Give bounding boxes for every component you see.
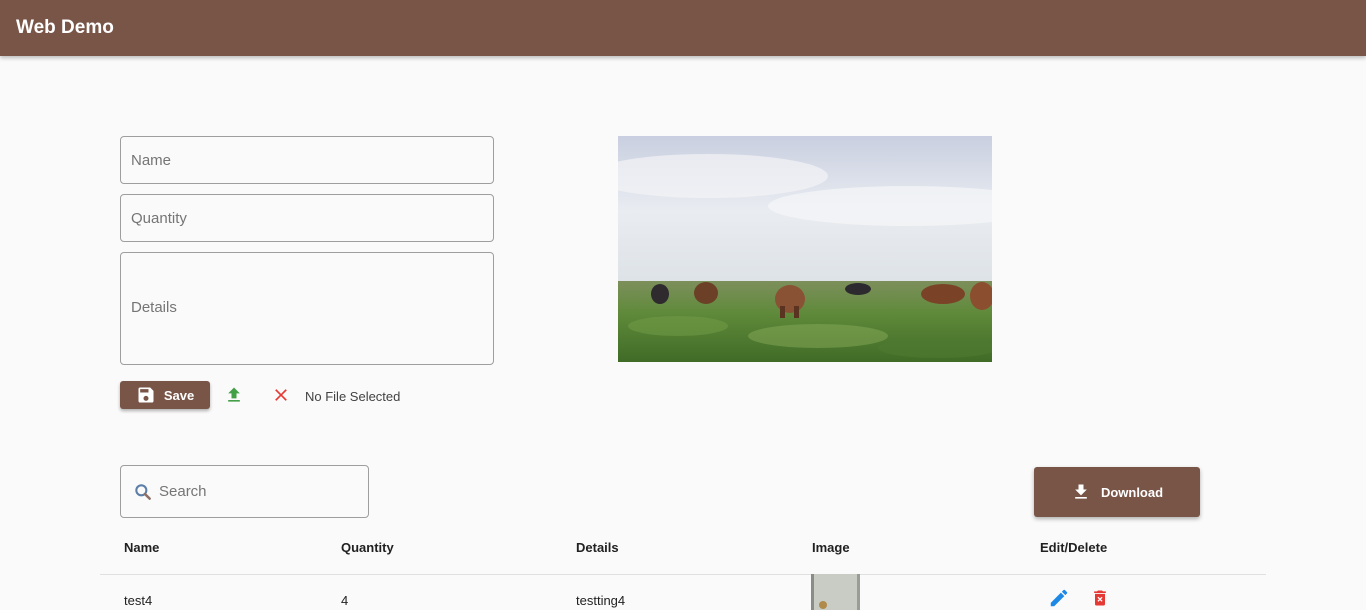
app-bar: Web Demo [0, 0, 1366, 56]
cell-name: test4 [124, 593, 153, 608]
save-button-label: Save [163, 387, 195, 403]
upload-icon[interactable] [224, 385, 244, 405]
name-input[interactable] [121, 137, 493, 183]
download-icon [1075, 484, 1087, 499]
column-header-image: Image [812, 540, 850, 555]
details-field[interactable] [120, 252, 494, 365]
table-divider [100, 574, 1266, 575]
column-header-quantity: Quantity [341, 540, 394, 555]
details-input[interactable] [121, 253, 493, 364]
quantity-input[interactable] [121, 195, 493, 241]
close-icon[interactable] [271, 385, 291, 405]
app-title: Web Demo [16, 17, 114, 38]
name-field[interactable] [120, 136, 494, 184]
file-status: No File Selected [305, 389, 401, 404]
floppy-disk-icon [138, 387, 154, 403]
save-button[interactable]: Save [120, 381, 210, 409]
download-button-label: Download [1100, 484, 1164, 500]
download-button[interactable]: Download [1034, 467, 1200, 517]
column-header-edit-delete: Edit/Delete [1040, 540, 1108, 555]
column-header-details: Details [576, 540, 619, 555]
trash-icon[interactable] [1090, 587, 1110, 609]
pencil-icon[interactable] [1048, 587, 1070, 609]
row-thumbnail [811, 574, 860, 610]
search-input[interactable] [159, 483, 359, 500]
quantity-field[interactable] [120, 194, 494, 242]
preview-image [618, 136, 992, 362]
column-header-name: Name [124, 540, 160, 555]
search-icon [135, 483, 151, 500]
search-field[interactable] [120, 465, 369, 518]
cell-details: testting4 [576, 593, 626, 608]
cell-quantity: 4 [341, 593, 349, 608]
